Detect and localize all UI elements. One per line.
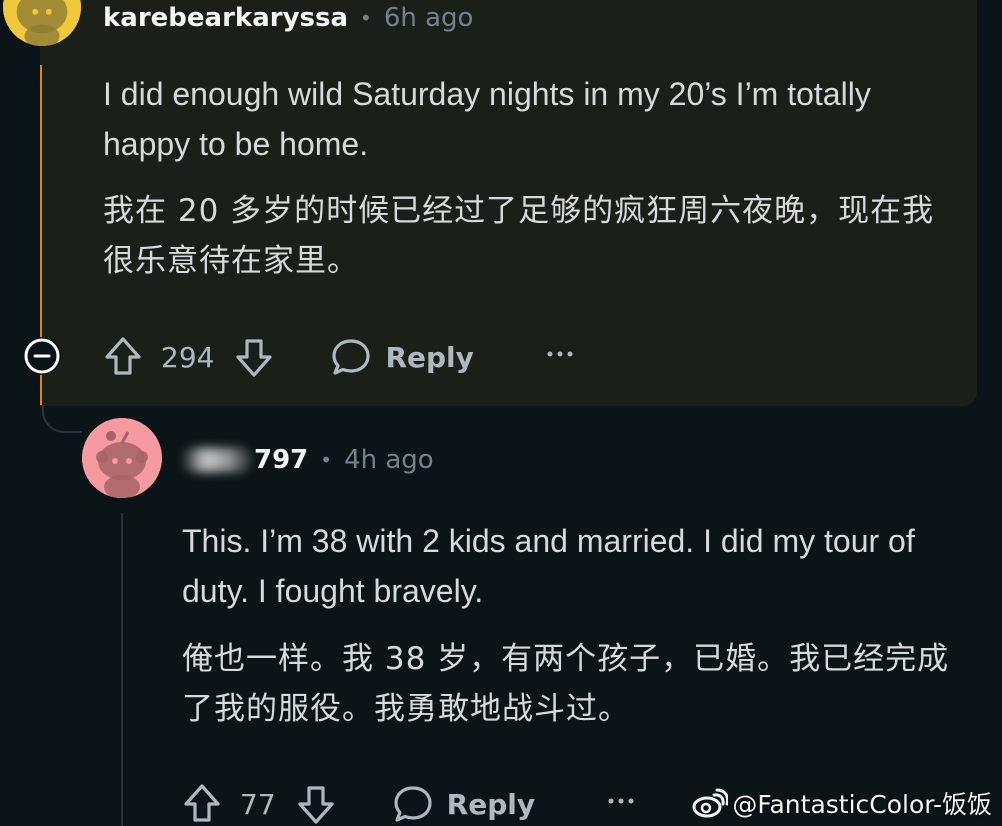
reddit-snoo-avatar-icon (82, 418, 162, 498)
speech-bubble-icon (330, 336, 372, 378)
reddit-comment-thread: karebearkaryssa • 6h ago I did enough wi… (0, 0, 1002, 826)
comment-translation: 俺也一样。我 38 岁，有两个孩子，已婚。我已经完成了我的服役。我勇敢地战斗过。 (182, 641, 950, 727)
username[interactable]: 797 (254, 445, 308, 475)
watermark-text: @FantasticColor-饭饭 (732, 790, 992, 819)
reply-button[interactable]: Reply (392, 783, 535, 825)
watermark: @FantasticColor-饭饭 (690, 786, 992, 820)
vote-count: 294 (161, 340, 215, 374)
speech-bubble-icon (392, 783, 434, 825)
upvote-icon[interactable] (103, 335, 143, 379)
meta-separator: • (360, 6, 372, 30)
comment-meta: 797 • 4h ago (182, 442, 434, 478)
username[interactable]: karebearkaryssa (103, 3, 348, 33)
more-options-icon[interactable] (546, 348, 574, 360)
comment-translation: 我在 20 多岁的时候已经过了足够的疯狂周六夜晚，现在我很乐意待在家里。 (103, 193, 935, 279)
timestamp[interactable]: 6h ago (384, 3, 474, 33)
downvote-icon[interactable] (234, 335, 274, 379)
reply-label: Reply (385, 340, 474, 374)
avatar[interactable] (82, 418, 162, 498)
more-options-icon[interactable] (607, 795, 635, 807)
comment-body: This. I’m 38 with 2 kids and married. I … (182, 523, 915, 609)
redacted-username-blur (182, 448, 252, 472)
child-thread-line (121, 513, 123, 826)
weibo-logo-icon (690, 788, 729, 819)
reply-connector-line (42, 405, 82, 433)
downvote-icon[interactable] (296, 782, 336, 826)
reply-button[interactable]: Reply (330, 336, 474, 378)
comment-meta: karebearkaryssa • 6h ago (103, 0, 473, 36)
comment-actions: 294 Reply (103, 331, 574, 383)
vote-count: 77 (240, 787, 276, 821)
timestamp[interactable]: 4h ago (344, 445, 434, 475)
collapse-icon[interactable] (23, 337, 61, 375)
reply-label: Reply (446, 787, 536, 821)
comment-body: I did enough wild Saturday nights in my … (103, 76, 871, 162)
comment-actions: 77 Reply (182, 778, 635, 826)
upvote-icon[interactable] (182, 782, 222, 826)
meta-separator: • (320, 448, 333, 472)
